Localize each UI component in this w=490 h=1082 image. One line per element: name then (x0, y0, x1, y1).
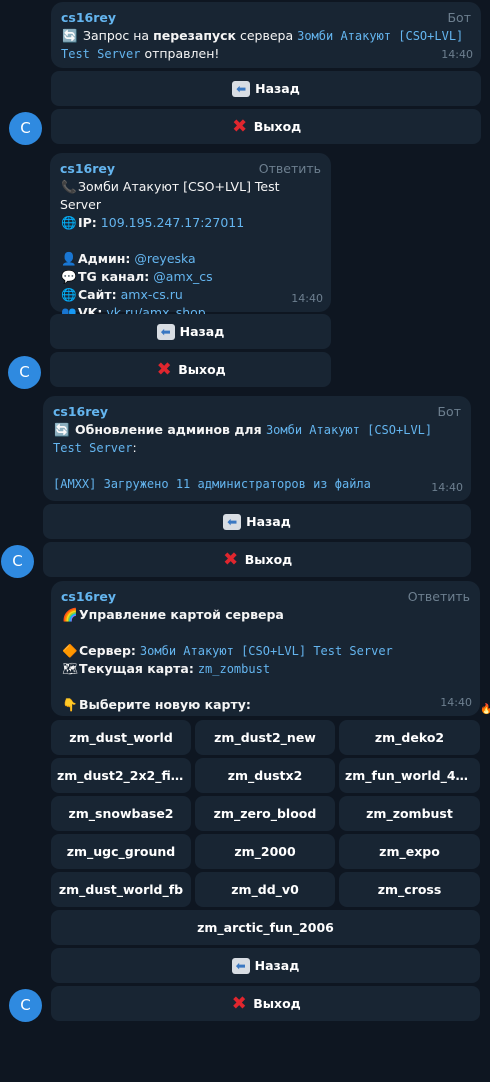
refresh-icon: 🔄 (54, 422, 70, 437)
back-button[interactable]: ⬅ Назад (43, 504, 471, 539)
message-text: 🔄 Запрос на перезапуск сервера Зомби Ата… (61, 28, 464, 61)
map-button[interactable]: zm_ugc_ground (51, 834, 191, 869)
message-text: 🔄 Обновление админов для Зомби Атакуют [… (53, 422, 433, 455)
avatar[interactable]: C (9, 989, 42, 1022)
current-map-code[interactable]: zm_zombust (198, 662, 270, 676)
map-button[interactable]: zm_snowbase2 (51, 796, 191, 831)
admin-link[interactable]: @reyeska (134, 251, 195, 266)
map-button[interactable]: zm_dust_world_fb (51, 872, 191, 907)
avatar[interactable]: C (1, 545, 34, 578)
back-button[interactable]: ⬅ Назад (51, 948, 480, 983)
sender-name[interactable]: cs16rey (61, 589, 116, 604)
server-line: 📞Зомби Атакуют [CSO+LVL] Test Server (60, 179, 280, 212)
map-button[interactable]: zm_deko2 (339, 720, 480, 755)
exit-button[interactable]: ✖ Выход (43, 542, 471, 577)
user-icon: 👤 (61, 251, 77, 266)
back-arrow-icon: ⬅ (232, 80, 251, 97)
map-button-wide[interactable]: zm_arctic_fun_2006 (51, 910, 480, 945)
server-name-code[interactable]: Зомби Атакуют [CSO+LVL] Test Server (140, 644, 393, 658)
avatar[interactable]: C (9, 112, 42, 145)
bot-message-restart: cs16rey Бот 🔄 Запрос на перезапуск серве… (51, 2, 481, 68)
server-line: 🔶Сервер: Зомби Атакуют [CSO+LVL] Test Se… (62, 643, 393, 658)
message-time: 14:40 (440, 696, 472, 709)
map-button[interactable]: zm_zero_blood (195, 796, 335, 831)
back-arrow-icon: ⬅ (156, 323, 175, 340)
orange-diamond-icon: 🔶 (62, 643, 78, 658)
globe-icon: 🌐 (61, 215, 77, 230)
prompt-line: 👇Выберите новую карту: (62, 697, 251, 712)
refresh-icon: 🔄 (62, 28, 78, 43)
bot-tag: Бот (447, 10, 471, 25)
map-button[interactable]: zm_dd_v0 (195, 872, 335, 907)
message-header: cs16rey Бот (53, 403, 461, 421)
pointing-down-icon: 👇 (62, 697, 78, 712)
tg-line: 💬TG канал: @amx_cs (61, 269, 213, 284)
cross-mark-icon: ✖ (231, 992, 247, 1014)
map-button[interactable]: zm_dust_world (51, 720, 191, 755)
map-button[interactable]: zm_zombust (339, 796, 480, 831)
map-button[interactable]: zm_dustx2 (195, 758, 335, 793)
rainbow-icon: 🌈 (62, 607, 78, 622)
map-button[interactable]: zm_2000 (195, 834, 335, 869)
map-button[interactable]: zm_dust2_new (195, 720, 335, 755)
ip-line: 🌐IP: 109.195.247.17:27011 (61, 215, 245, 230)
map-icon: 🗺 (62, 661, 78, 676)
map-button[interactable]: zm_expo (339, 834, 480, 869)
speech-bubble-icon: 💬 (61, 269, 77, 284)
cross-mark-icon: ✖ (223, 548, 239, 570)
server-info-message: cs16rey Ответить 📞Зомби Атакуют [CSO+LVL… (50, 153, 331, 320)
back-button[interactable]: ⬅ Назад (50, 314, 331, 349)
reaction-flame-icon: 🔥 (480, 704, 490, 715)
admin-line: 👤Админ: @reyeska (61, 251, 196, 266)
message-time: 14:40 (431, 481, 463, 494)
back-button[interactable]: ⬅ Назад (51, 71, 481, 106)
back-arrow-icon: ⬅ (223, 513, 242, 530)
site-line: 🌐Сайт: amx-cs.ru (61, 287, 183, 302)
current-map-line: 🗺Текущая карта: zm_zombust (62, 661, 271, 676)
message-header: cs16rey Ответить (60, 160, 321, 178)
sender-name[interactable]: cs16rey (61, 10, 116, 25)
message-header: cs16rey Бот (61, 9, 471, 27)
tg-link[interactable]: @amx_cs (153, 269, 212, 284)
phone-icon: 📞 (61, 179, 77, 194)
reply-button[interactable]: Ответить (408, 588, 470, 606)
map-control-message: cs16rey Ответить 🌈Управление картой серв… (51, 581, 480, 716)
title-line: 🌈Управление картой сервера (62, 607, 284, 622)
exit-button[interactable]: ✖ Выход (51, 986, 480, 1021)
admins-reload-message: cs16rey Бот 🔄 Обновление админов для Зом… (43, 396, 471, 501)
cross-mark-icon: ✖ (156, 358, 172, 380)
bot-tag: Бот (437, 404, 461, 419)
back-arrow-icon: ⬅ (231, 957, 250, 974)
cross-mark-icon: ✖ (232, 115, 248, 137)
map-button[interactable]: zm_fun_world_4_... (339, 758, 480, 793)
message-time: 14:40 (441, 48, 473, 61)
map-button[interactable]: zm_dust2_2x2_fixed (51, 758, 191, 793)
message-time: 14:40 (291, 292, 323, 305)
reply-button[interactable]: Ответить (259, 160, 321, 178)
site-link[interactable]: amx-cs.ru (121, 287, 183, 302)
avatar[interactable]: C (8, 356, 41, 389)
exit-button[interactable]: ✖ Выход (50, 352, 331, 387)
globe-icon: 🌐 (61, 287, 77, 302)
result-code[interactable]: [AMXX] Загружено 11 администраторов из ф… (53, 477, 371, 491)
exit-button[interactable]: ✖ Выход (51, 109, 481, 144)
sender-name[interactable]: cs16rey (60, 161, 115, 176)
map-button[interactable]: zm_cross (339, 872, 480, 907)
ip-link[interactable]: 109.195.247.17:27011 (101, 215, 244, 230)
message-header: cs16rey Ответить (61, 588, 470, 606)
sender-name[interactable]: cs16rey (53, 404, 108, 419)
